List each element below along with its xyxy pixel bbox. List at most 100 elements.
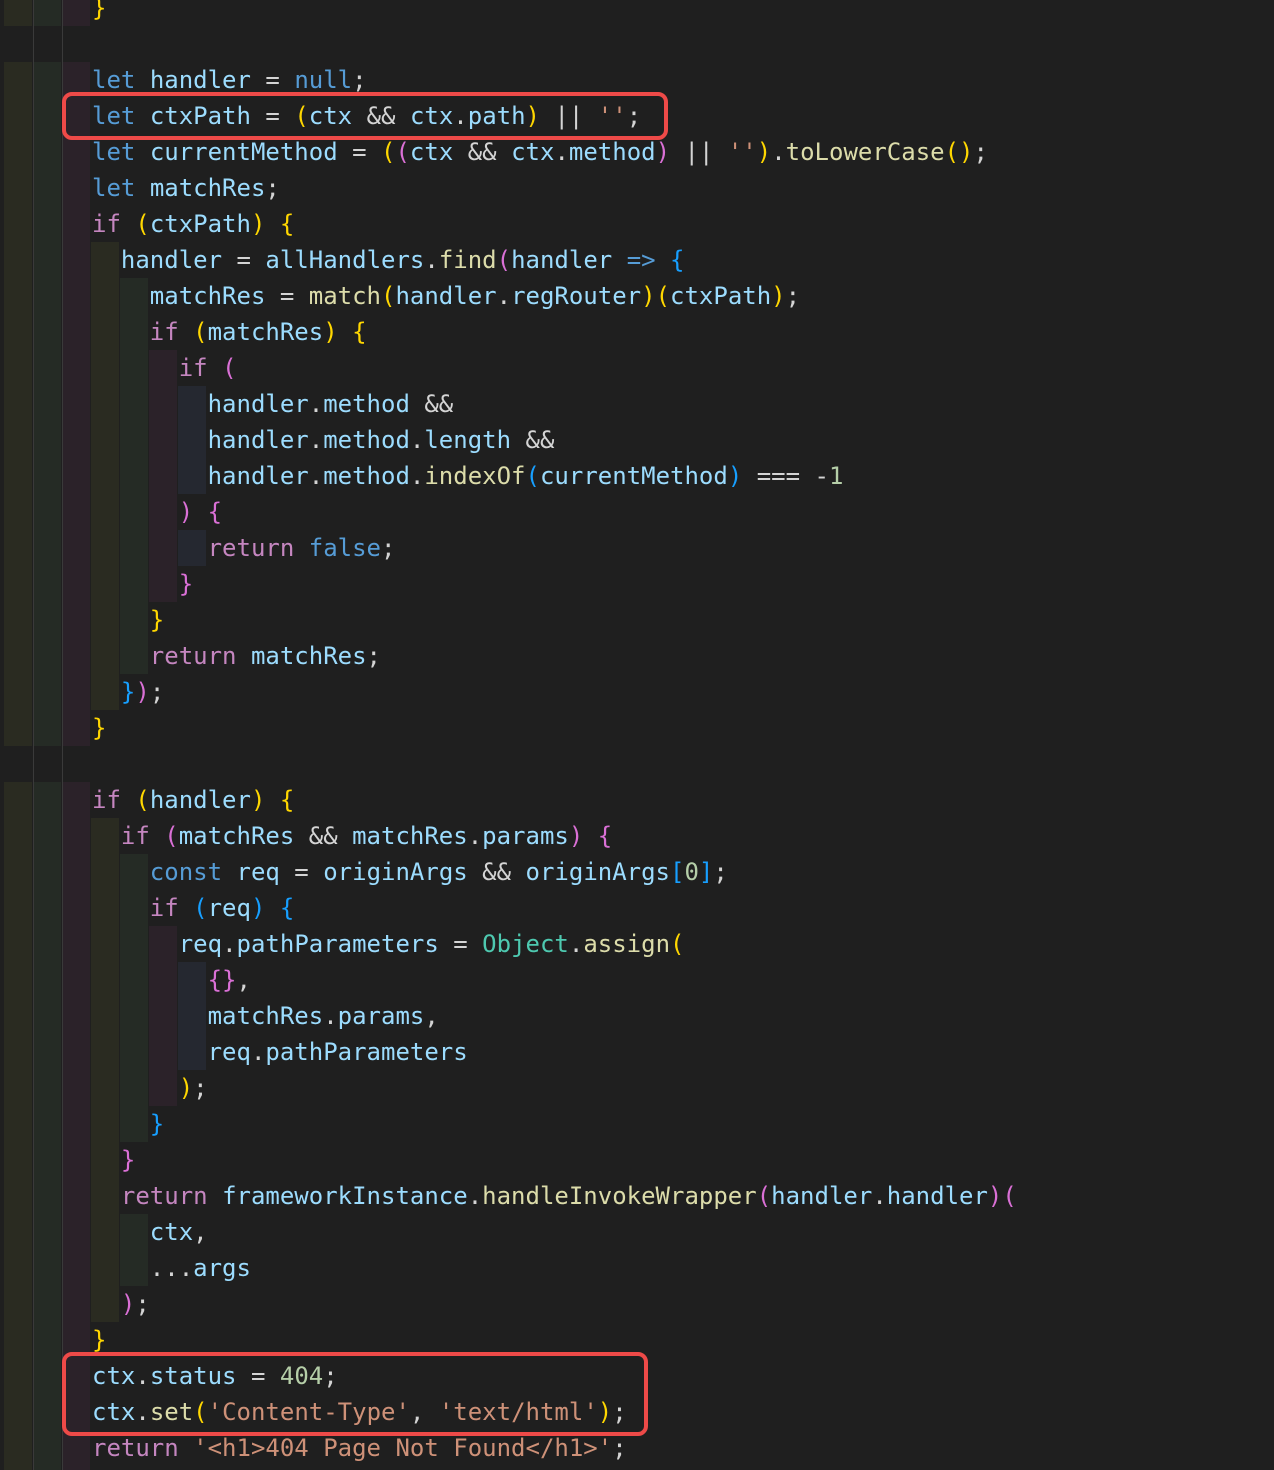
code-token: method — [323, 426, 410, 454]
code-token: 1 — [828, 462, 844, 490]
code-token: ( — [670, 930, 685, 958]
code-line: req.pathParameters = Object.assign( — [0, 926, 1274, 962]
code-token: ) — [987, 1182, 1003, 1210]
code-token: && — [294, 822, 353, 850]
code-token: = — [222, 246, 266, 274]
code-line: ) { — [0, 494, 1274, 530]
code-token: ; — [713, 858, 728, 886]
code-token: assign — [583, 930, 671, 958]
code-token: && — [453, 138, 512, 166]
code-token: let — [92, 174, 136, 202]
code-token: ( — [655, 282, 671, 310]
code-token: handleInvokeWrapper — [482, 1182, 757, 1210]
code-token: originArgs — [323, 858, 468, 886]
code-token: . — [424, 246, 439, 274]
code-token: . — [872, 1182, 887, 1210]
code-token: matchRes — [178, 822, 295, 850]
code-token: originArgs — [525, 858, 671, 886]
code-token: , — [236, 966, 251, 994]
code-token: ctx — [511, 138, 555, 166]
code-token: ctxPath — [670, 282, 772, 310]
code-line: ); — [0, 1070, 1274, 1106]
code-line: if (matchRes) { — [0, 314, 1274, 350]
code-token: = — [337, 138, 382, 166]
code-token: ] — [698, 858, 714, 886]
code-token: params — [482, 822, 569, 850]
code-token: ) — [756, 138, 772, 166]
code-line: if (handler) { — [0, 782, 1274, 818]
code-token: ; — [352, 66, 367, 94]
code-token: ; — [381, 534, 396, 562]
code-token: { — [279, 894, 295, 922]
code-line: } — [0, 0, 1274, 26]
code-token: method — [323, 462, 410, 490]
code-token: . — [554, 138, 569, 166]
code-token: && — [467, 858, 526, 886]
code-token: matchRes — [352, 822, 468, 850]
code-token: => — [626, 246, 656, 274]
code-token: const — [149, 858, 223, 886]
code-token: ( — [395, 138, 410, 166]
code-token: handler — [771, 1182, 873, 1210]
code-token: } — [178, 570, 194, 598]
code-token: allHandlers — [265, 246, 425, 274]
code-token: ( — [193, 894, 208, 922]
code-token: null — [294, 66, 353, 94]
code-token: . — [568, 930, 584, 958]
code-token: method — [323, 390, 410, 418]
code-token: ( — [496, 246, 512, 274]
code-token: { — [597, 822, 613, 850]
code-token: ( — [381, 282, 396, 310]
code-token: ctx — [149, 1218, 194, 1246]
code-token: ; — [612, 1434, 627, 1462]
code-token: let — [92, 66, 136, 94]
code-token: handler — [886, 1182, 988, 1210]
code-token: ; — [785, 282, 801, 310]
code-token: ) — [178, 1074, 194, 1102]
code-token: 0 — [684, 858, 699, 886]
code-line: return matchRes; — [0, 638, 1274, 674]
code-token: = — [265, 282, 309, 310]
code-token: && — [511, 426, 555, 454]
code-line: handler = allHandlers.find(handler => { — [0, 242, 1274, 278]
code-token: . — [308, 390, 324, 418]
code-token: = — [250, 66, 295, 94]
code-token: '<h1>404 Page Not Found</h1>' — [193, 1434, 613, 1462]
code-editor[interactable]: } let handler = null; let ctxPath = ( ctx &… — [0, 0, 1274, 1470]
code-line: if (req) { — [0, 890, 1274, 926]
code-token: } — [149, 606, 165, 634]
code-token: ) — [250, 786, 266, 814]
code-token: , — [424, 1002, 439, 1030]
code-line: if (matchRes && matchRes.params) { — [0, 818, 1274, 854]
code-token: { — [670, 246, 685, 274]
code-token: false — [308, 534, 381, 562]
code-token: ) — [727, 462, 743, 490]
code-token: [ — [670, 858, 685, 886]
code-token: if — [149, 894, 179, 922]
code-token: handler — [207, 426, 309, 454]
code-line: handler.method.length && — [0, 422, 1274, 458]
code-token: } — [120, 678, 136, 706]
code-token: ( — [381, 138, 396, 166]
code-line: if (ctxPath) { — [0, 206, 1274, 242]
code-token: handler — [395, 282, 497, 310]
highlight-box — [62, 1352, 648, 1436]
